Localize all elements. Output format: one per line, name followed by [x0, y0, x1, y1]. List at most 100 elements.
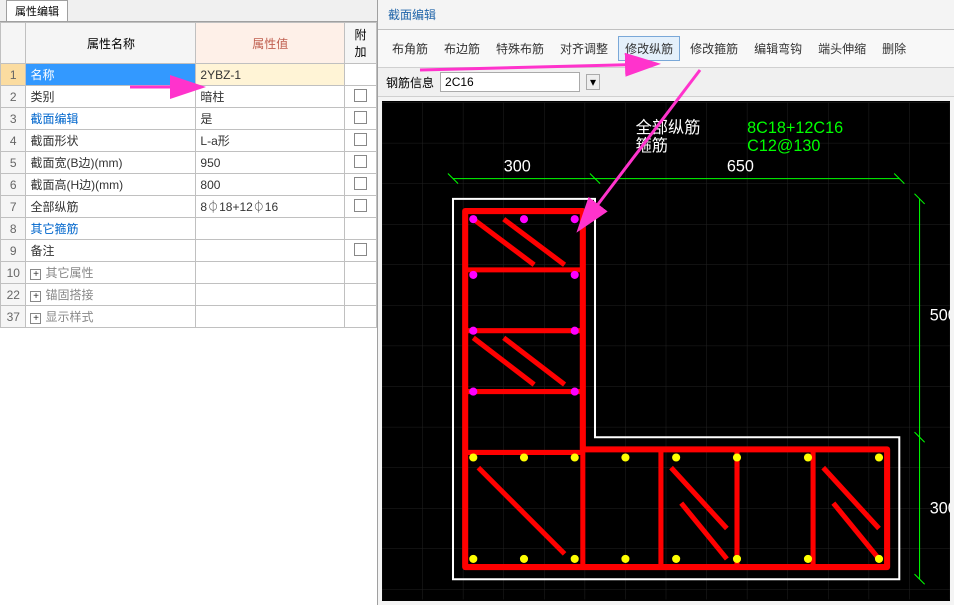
svg-text:全部纵筋: 全部纵筋: [636, 119, 701, 137]
value-cell[interactable]: 暗柱: [196, 86, 345, 108]
property-row[interactable]: 37+显示样式: [1, 306, 377, 328]
property-panel: 属性编辑 属性名称 属性值 附加 1名称2YBZ-12类别暗柱3截面编辑是4截面…: [0, 0, 378, 605]
toolbar-button[interactable]: 对齐调整: [554, 37, 614, 60]
property-tab[interactable]: 属性编辑: [0, 0, 377, 22]
value-cell[interactable]: 950: [196, 152, 345, 174]
dropdown-icon[interactable]: ▾: [586, 74, 600, 90]
property-row[interactable]: 3截面编辑是: [1, 108, 377, 130]
property-row[interactable]: 1名称2YBZ-1: [1, 64, 377, 86]
section-editor-panel: 截面编辑 布角筋布边筋特殊布筋对齐调整修改纵筋修改箍筋编辑弯钩端头伸缩删除 钢筋…: [378, 0, 954, 605]
checkbox-icon[interactable]: [354, 89, 367, 102]
rownum-cell: 10: [1, 262, 26, 284]
attach-cell[interactable]: [345, 218, 377, 240]
rownum-cell: 9: [1, 240, 26, 262]
value-header: 属性值: [196, 23, 345, 64]
property-row[interactable]: 10+其它属性: [1, 262, 377, 284]
tab-label: 属性编辑: [6, 0, 68, 21]
property-row[interactable]: 22+锚固搭接: [1, 284, 377, 306]
rownum-cell: 4: [1, 130, 26, 152]
value-cell[interactable]: [196, 240, 345, 262]
value-cell[interactable]: [196, 306, 345, 328]
name-cell[interactable]: 截面高(H边)(mm): [26, 174, 196, 196]
name-cell[interactable]: +显示样式: [26, 306, 196, 328]
rownum-cell: 7: [1, 196, 26, 218]
rebar-info-label: 钢筋信息: [386, 74, 434, 91]
svg-text:650: 650: [727, 157, 754, 175]
checkbox-icon[interactable]: [354, 133, 367, 146]
property-row[interactable]: 4截面形状L-a形: [1, 130, 377, 152]
name-cell[interactable]: 类别: [26, 86, 196, 108]
attach-cell[interactable]: [345, 108, 377, 130]
property-row[interactable]: 9备注: [1, 240, 377, 262]
property-row[interactable]: 7全部纵筋8⏀18+12⏀16: [1, 196, 377, 218]
checkbox-icon[interactable]: [354, 111, 367, 124]
name-header: 属性名称: [26, 23, 196, 64]
name-cell[interactable]: 截面宽(B边)(mm): [26, 152, 196, 174]
attach-cell[interactable]: [345, 152, 377, 174]
svg-text:C12@130: C12@130: [747, 137, 820, 155]
rownum-cell: 1: [1, 64, 26, 86]
attach-cell[interactable]: [345, 262, 377, 284]
toolbar-button[interactable]: 布角筋: [386, 37, 434, 60]
rownum-cell: 22: [1, 284, 26, 306]
rownum-cell: 6: [1, 174, 26, 196]
value-cell[interactable]: 2YBZ-1: [196, 64, 345, 86]
attach-cell[interactable]: [345, 64, 377, 86]
property-row[interactable]: 2类别暗柱: [1, 86, 377, 108]
rownum-cell: 37: [1, 306, 26, 328]
value-cell[interactable]: [196, 262, 345, 284]
name-cell[interactable]: 全部纵筋: [26, 196, 196, 218]
value-cell[interactable]: [196, 284, 345, 306]
svg-text:300: 300: [504, 157, 531, 175]
expand-icon[interactable]: +: [30, 313, 41, 324]
rownum-header: [1, 23, 26, 64]
rownum-cell: 3: [1, 108, 26, 130]
attach-cell[interactable]: [345, 240, 377, 262]
property-row[interactable]: 8其它箍筋: [1, 218, 377, 240]
attach-cell[interactable]: [345, 284, 377, 306]
section-canvas[interactable]: 300 650 500 300 全部纵筋 箍筋 8C18+12C16 C12@1…: [382, 101, 950, 601]
rebar-info-bar: 钢筋信息 ▾: [378, 68, 954, 97]
toolbar-button[interactable]: 编辑弯钩: [748, 37, 808, 60]
toolbar-button[interactable]: 删除: [876, 37, 912, 60]
rownum-cell: 8: [1, 218, 26, 240]
name-cell[interactable]: 备注: [26, 240, 196, 262]
expand-icon[interactable]: +: [30, 291, 41, 302]
attach-cell[interactable]: [345, 130, 377, 152]
section-editor-title: 截面编辑: [378, 0, 954, 30]
expand-icon[interactable]: +: [30, 269, 41, 280]
name-cell[interactable]: 名称: [26, 64, 196, 86]
svg-text:8C18+12C16: 8C18+12C16: [747, 119, 843, 137]
property-row[interactable]: 6截面高(H边)(mm)800: [1, 174, 377, 196]
checkbox-icon[interactable]: [354, 199, 367, 212]
name-cell[interactable]: +锚固搭接: [26, 284, 196, 306]
value-cell[interactable]: 是: [196, 108, 345, 130]
rebar-info-input[interactable]: [440, 72, 580, 92]
rownum-cell: 5: [1, 152, 26, 174]
value-cell[interactable]: 8⏀18+12⏀16: [196, 196, 345, 218]
toolbar-button[interactable]: 修改箍筋: [684, 37, 744, 60]
attach-cell[interactable]: [345, 86, 377, 108]
attach-cell[interactable]: [345, 174, 377, 196]
checkbox-icon[interactable]: [354, 243, 367, 256]
value-cell[interactable]: L-a形: [196, 130, 345, 152]
value-cell[interactable]: 800: [196, 174, 345, 196]
name-cell[interactable]: 截面形状: [26, 130, 196, 152]
property-row[interactable]: 5截面宽(B边)(mm)950: [1, 152, 377, 174]
attach-cell[interactable]: [345, 306, 377, 328]
checkbox-icon[interactable]: [354, 155, 367, 168]
name-cell[interactable]: 其它箍筋: [26, 218, 196, 240]
name-cell[interactable]: +其它属性: [26, 262, 196, 284]
value-cell[interactable]: [196, 218, 345, 240]
property-grid: 属性名称 属性值 附加 1名称2YBZ-12类别暗柱3截面编辑是4截面形状L-a…: [0, 22, 377, 328]
name-cell[interactable]: 截面编辑: [26, 108, 196, 130]
svg-text:500: 500: [930, 307, 950, 325]
toolbar-button[interactable]: 端头伸缩: [812, 37, 872, 60]
svg-text:300: 300: [930, 499, 950, 517]
toolbar-button[interactable]: 特殊布筋: [490, 37, 550, 60]
toolbar-button[interactable]: 修改纵筋: [618, 36, 680, 61]
rownum-cell: 2: [1, 86, 26, 108]
checkbox-icon[interactable]: [354, 177, 367, 190]
attach-cell[interactable]: [345, 196, 377, 218]
toolbar-button[interactable]: 布边筋: [438, 37, 486, 60]
